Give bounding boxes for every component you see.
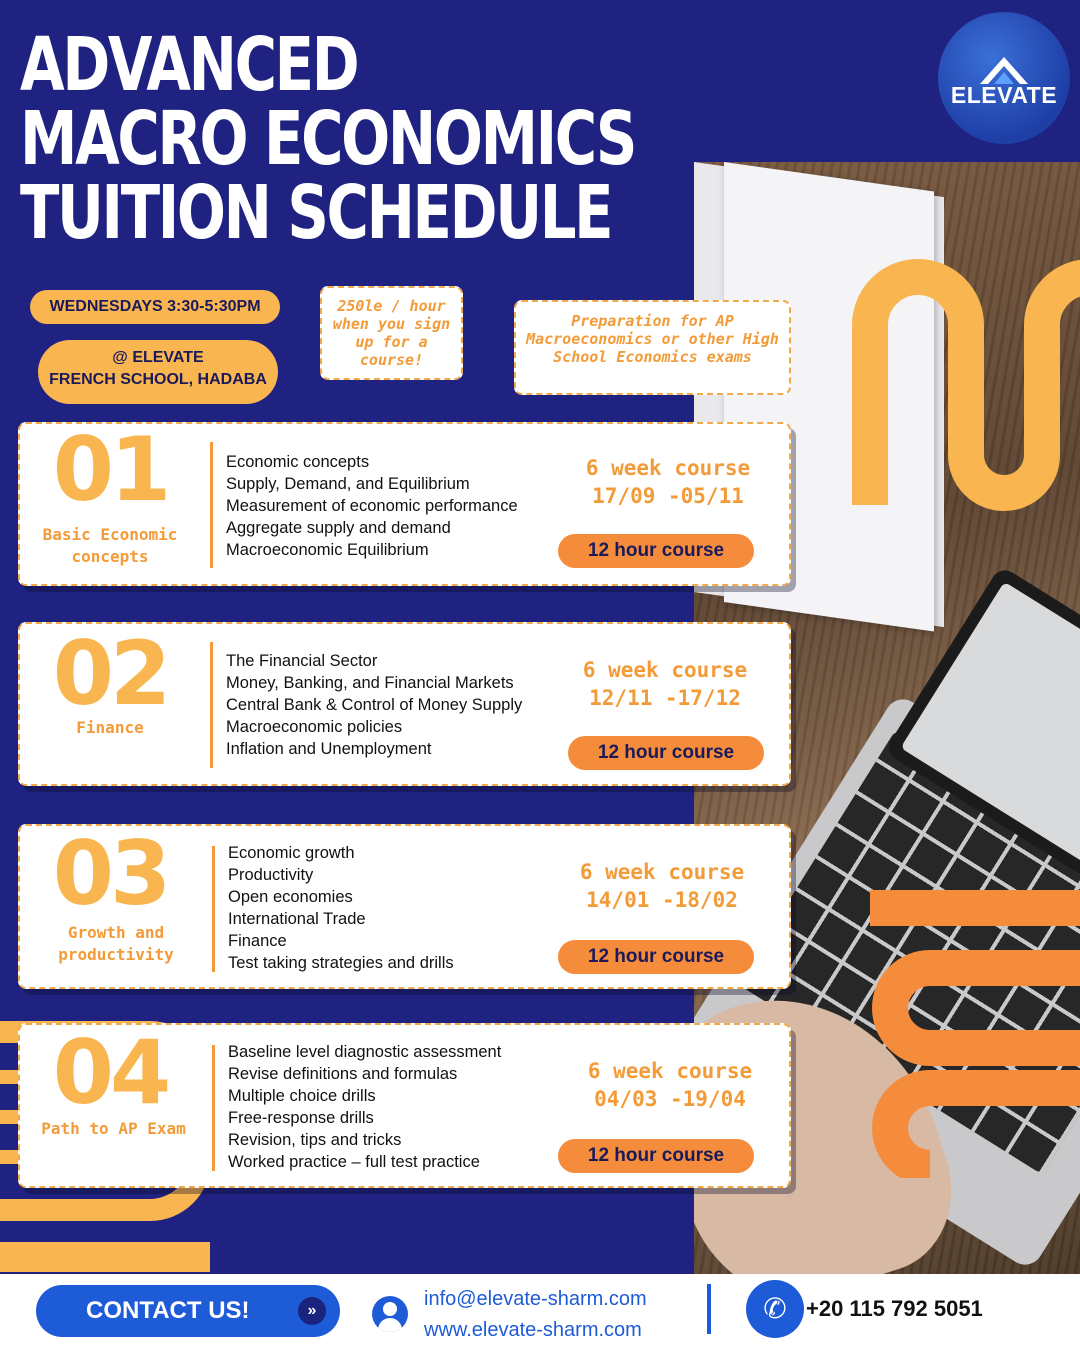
duration-text: 6 week course — [579, 860, 745, 884]
topic-item: Revise definitions and formulas — [228, 1065, 458, 1083]
email-link[interactable]: info@elevate-sharm.com — [424, 1284, 647, 1315]
module-topics: Economic growth Productivity Open econom… — [228, 842, 454, 974]
location-line-1: @ ELEVATE — [112, 349, 204, 366]
title-line-1: ADVANCED — [20, 22, 360, 108]
elevate-logo: ELEVATE — [938, 12, 1070, 144]
topic-item: Baseline level diagnostic assessment — [228, 1043, 502, 1061]
footer-bar: CONTACT US! » info@elevate-sharm.com www… — [0, 1274, 1080, 1350]
contact-us-label: CONTACT US! — [86, 1297, 250, 1324]
topic-item: Macroeconomic Equilibrium — [226, 541, 429, 559]
website-link[interactable]: www.elevate-sharm.com — [424, 1315, 647, 1346]
price-note: 250le / hour when you sign up for a cour… — [320, 286, 463, 380]
hours-badge: 12 hour course — [558, 940, 754, 974]
title-line-3: TUITION SCHEDULE — [20, 170, 614, 256]
schedule-time-badge: WEDNESDAYS 3:30-5:30PM — [30, 290, 280, 324]
module-name: Path to AP Exam — [41, 1119, 186, 1138]
module-duration: 6 week course 17/09 -05/11 — [558, 454, 778, 510]
module-card-01: 01 Basic Economic concepts Economic conc… — [18, 422, 791, 586]
module-number: 02 — [52, 622, 171, 725]
date-range: 17/09 -05/11 — [592, 484, 744, 508]
topic-item: Free-response drills — [228, 1109, 374, 1127]
topic-item: Money, Banking, and Financial Markets — [226, 674, 514, 692]
module-card-04: 04 Path to AP Exam Baseline level diagno… — [18, 1023, 791, 1188]
topic-item: The Financial Sector — [226, 652, 378, 670]
user-icon — [372, 1296, 408, 1332]
duration-text: 6 week course — [585, 456, 751, 480]
topic-item: Finance — [228, 932, 287, 950]
module-topics: The Financial Sector Money, Banking, and… — [226, 650, 522, 760]
module-divider — [210, 442, 213, 568]
preparation-note: Preparation for AP Macroeconomics or oth… — [514, 300, 791, 395]
topic-item: Aggregate supply and demand — [226, 519, 451, 537]
hours-badge: 12 hour course — [558, 534, 754, 568]
topic-item: Productivity — [228, 866, 314, 884]
topic-item: Measurement of economic performance — [226, 497, 518, 515]
topic-item: Revision, tips and tricks — [228, 1131, 402, 1149]
module-divider — [212, 1045, 215, 1171]
contact-us-button[interactable]: CONTACT US! » — [36, 1285, 340, 1337]
topic-item: Multiple choice drills — [228, 1087, 376, 1105]
topic-item: International Trade — [228, 910, 366, 928]
double-chevron-right-icon: » — [298, 1297, 326, 1325]
module-card-02: 02 Finance The Financial Sector Money, B… — [18, 622, 791, 786]
module-card-03: 03 Growth and productivity Economic grow… — [18, 824, 791, 989]
topic-item: Economic growth — [228, 844, 355, 862]
location-badge: @ ELEVATE FRENCH SCHOOL, HADABA — [38, 340, 278, 404]
duration-text: 6 week course — [587, 1059, 753, 1083]
title-line-2: MACRO ECONOMICS — [20, 96, 637, 182]
module-divider — [212, 846, 215, 972]
orange-wave-decoration-right — [870, 890, 1080, 1178]
topic-item: Worked practice – full test practice — [228, 1153, 480, 1171]
module-name: Basic Economic concepts — [42, 525, 178, 566]
contact-links: info@elevate-sharm.com www.elevate-sharm… — [424, 1284, 647, 1346]
hours-badge: 12 hour course — [568, 736, 764, 770]
topic-item: Economic concepts — [226, 453, 370, 471]
logo-text: ELEVATE — [950, 81, 1058, 108]
module-name: Growth and productivity — [58, 923, 174, 964]
orange-wave-decoration-top — [852, 259, 1080, 511]
topic-item: Open economies — [228, 888, 353, 906]
date-range: 14/01 -18/02 — [586, 888, 738, 912]
mountain-icon — [980, 56, 1028, 84]
page-title: ADVANCED MACRO ECONOMICS TUITION SCHEDUL… — [20, 22, 637, 256]
module-name: Finance — [76, 718, 144, 737]
module-topics: Baseline level diagnostic assessment Rev… — [228, 1041, 501, 1173]
phone-number[interactable]: +20 115 792 5051 — [806, 1296, 983, 1322]
module-number: 04 — [52, 1021, 171, 1124]
module-number: 01 — [52, 418, 171, 521]
module-number: 03 — [52, 822, 171, 925]
topic-item: Supply, Demand, and Equilibrium — [226, 475, 470, 493]
module-duration: 6 week course 14/01 -18/02 — [552, 858, 772, 914]
footer-divider — [707, 1284, 711, 1334]
topic-item: Macroeconomic policies — [226, 718, 403, 736]
duration-text: 6 week course — [582, 658, 748, 682]
topic-item: Inflation and Unemployment — [226, 740, 432, 758]
phone-icon: ✆ — [746, 1280, 804, 1338]
topic-item: Test taking strategies and drills — [228, 954, 454, 972]
module-duration: 6 week course 04/03 -19/04 — [560, 1057, 780, 1113]
hours-badge: 12 hour course — [558, 1139, 754, 1173]
module-topics: Economic concepts Supply, Demand, and Eq… — [226, 451, 518, 561]
date-range: 04/03 -19/04 — [594, 1087, 746, 1111]
module-divider — [210, 642, 213, 768]
module-duration: 6 week course 12/11 -17/12 — [555, 656, 775, 712]
topic-item: Central Bank & Control of Money Supply — [226, 696, 523, 714]
date-range: 12/11 -17/12 — [589, 686, 741, 710]
location-line-2: FRENCH SCHOOL, HADABA — [49, 371, 267, 388]
